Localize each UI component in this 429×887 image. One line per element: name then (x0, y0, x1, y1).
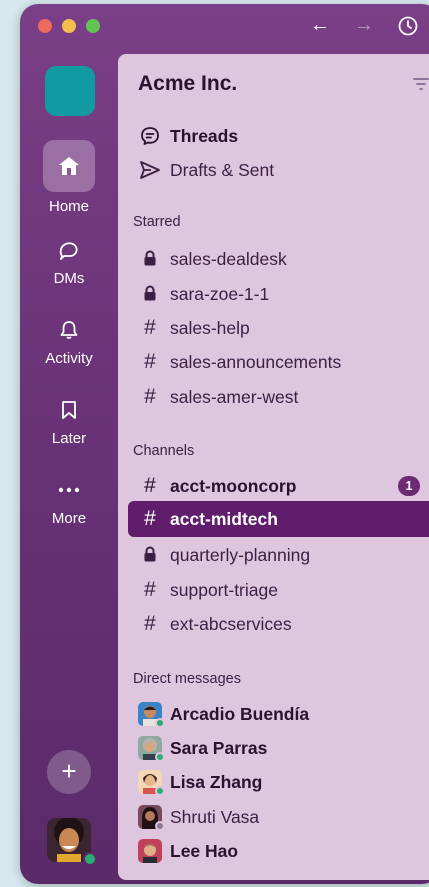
channel-name: ext-abcservices (170, 614, 292, 634)
dms-icon (43, 230, 95, 270)
section-heading-starred[interactable]: Starred (133, 214, 181, 230)
channel-name: sales-dealdesk (170, 249, 287, 269)
rail-item-dms[interactable]: DMs (20, 230, 118, 287)
sidebar-item-label: Drafts & Sent (170, 160, 275, 180)
workspace-name[interactable]: Acme Inc. (138, 72, 237, 96)
channel-name: sales-amer-west (170, 387, 299, 407)
hash-icon: # (144, 507, 156, 530)
dm-avatar (138, 839, 162, 863)
presence-indicator (155, 786, 165, 796)
channel-name: quarterly-planning (170, 545, 311, 565)
title-bar: ← → (20, 4, 429, 50)
sidebar-item-label: Threads (170, 126, 239, 146)
channel-name: support-triage (170, 580, 278, 600)
hash-icon: # (144, 612, 156, 635)
add-button[interactable]: + (47, 750, 91, 794)
zoom-window-button[interactable] (86, 19, 100, 33)
more-icon (43, 470, 95, 510)
dm-name: Lee Hao (170, 841, 239, 861)
minimize-window-button[interactable] (62, 19, 76, 33)
send-icon (140, 161, 160, 179)
unread-badge: 1 (398, 476, 420, 496)
rail-item-label: Later (51, 430, 87, 447)
bell-icon (43, 310, 95, 350)
history-clock-icon[interactable] (398, 16, 418, 36)
dm-name: Lisa Zhang (170, 772, 263, 792)
rail-item-later[interactable]: Later (20, 390, 118, 447)
bookmark-icon (43, 390, 95, 430)
dm-name: Arcadio Buendía (170, 704, 310, 724)
rail-item-label: Home (48, 198, 89, 215)
channel-name: sara-zoe-1-1 (170, 284, 270, 304)
section-heading-direct-messages[interactable]: Direct messages (133, 671, 241, 687)
hash-icon: # (144, 474, 156, 497)
app-window: ← → Home DMs Activity Later More + Acme … (20, 4, 429, 884)
rail-item-label: Activity (45, 350, 93, 367)
hash-icon: # (144, 385, 156, 408)
back-arrow-icon[interactable]: ← (310, 15, 330, 35)
workspace-switcher[interactable] (45, 66, 95, 116)
threads-icon (141, 127, 159, 145)
presence-indicator (155, 821, 165, 831)
rail-item-activity[interactable]: Activity (20, 310, 118, 367)
channel-name: acct-midtech (170, 509, 278, 529)
channel-item[interactable]: # acct-mooncorp 1 (138, 474, 420, 498)
dm-name: Shruti Vasa (170, 807, 260, 827)
rail-item-label: DMs (53, 270, 85, 287)
rail-item-more[interactable]: More (20, 470, 118, 527)
workspace-rail: Home DMs Activity Later More + (20, 50, 118, 884)
hash-icon: # (144, 350, 156, 373)
channel-sidebar: Acme Inc. Threads Drafts & Sent Starred … (118, 54, 429, 880)
presence-indicator (155, 718, 165, 728)
rail-item-home[interactable]: Home (20, 140, 118, 215)
rail-item-label: More (51, 510, 87, 527)
home-icon (43, 140, 95, 192)
close-window-button[interactable] (38, 19, 52, 33)
hash-icon: # (144, 316, 156, 339)
channel-name: acct-mooncorp (170, 476, 297, 496)
forward-arrow-icon[interactable]: → (354, 15, 374, 35)
lock-icon (144, 285, 156, 301)
dm-name: Sara Parras (170, 738, 268, 758)
section-heading-channels[interactable]: Channels (133, 443, 194, 459)
filter-icon[interactable] (412, 76, 429, 92)
channel-name: sales-help (170, 318, 250, 338)
lock-icon (144, 546, 156, 562)
presence-indicator (155, 752, 165, 762)
channel-item-selected[interactable]: # acct-midtech 2 (138, 507, 429, 531)
presence-indicator (83, 852, 97, 866)
hash-icon: # (144, 578, 156, 601)
lock-icon (144, 250, 156, 266)
channel-name: sales-announcements (170, 352, 342, 372)
